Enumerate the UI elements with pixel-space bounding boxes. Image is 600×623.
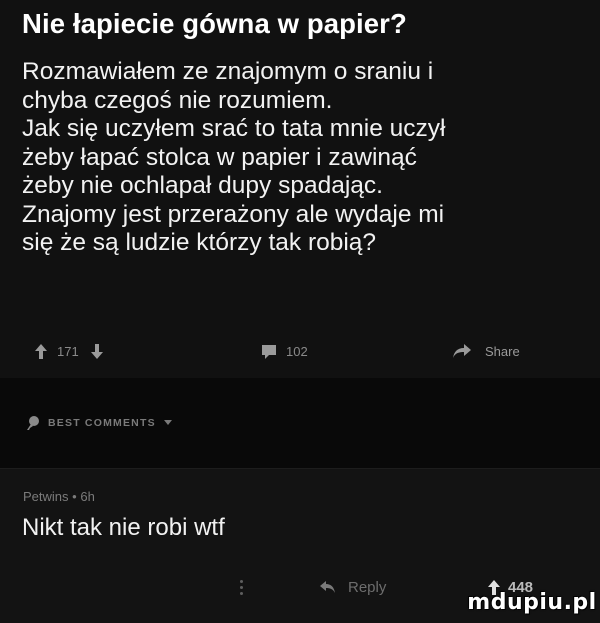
award-icon bbox=[27, 416, 39, 430]
downvote-arrow-icon bbox=[91, 343, 103, 359]
comments-count: 102 bbox=[286, 343, 308, 359]
chevron-down-icon bbox=[163, 420, 172, 425]
upvote-button[interactable] bbox=[35, 338, 47, 364]
best-comments-label: BEST COMMENTS bbox=[48, 417, 156, 429]
comment-bubble-icon bbox=[262, 344, 276, 359]
downvote-button[interactable] bbox=[91, 338, 103, 364]
share-label[interactable]: Share bbox=[485, 338, 520, 364]
upvote-arrow-icon bbox=[35, 343, 47, 359]
post-card: Nie łapiecie gówna w papier? Rozmawiałem… bbox=[0, 0, 600, 378]
reply-button[interactable] bbox=[320, 574, 335, 600]
reply-label[interactable]: Reply bbox=[348, 574, 386, 600]
share-arrow-icon bbox=[453, 344, 471, 358]
comment-meta: Petwins • 6h bbox=[23, 489, 95, 504]
best-comments-sort[interactable]: BEST COMMENTS bbox=[24, 414, 172, 432]
post-title: Nie łapiecie gówna w papier? bbox=[22, 8, 407, 39]
comment-author[interactable]: Petwins bbox=[23, 489, 69, 504]
comment-age: 6h bbox=[80, 489, 95, 504]
comment-text: Nikt tak nie robi wtf bbox=[22, 514, 225, 541]
share-button[interactable] bbox=[452, 338, 472, 364]
meta-separator: • bbox=[72, 489, 77, 504]
watermark-logo: mdupiu.pl bbox=[467, 587, 596, 617]
comments-button[interactable] bbox=[262, 338, 276, 364]
post-body: Rozmawiałem ze znajomym o sraniu i chyba… bbox=[22, 58, 446, 256]
watermark-text: mdupiu.pl bbox=[467, 589, 597, 615]
reply-arrow-icon bbox=[320, 581, 335, 593]
post-actions-bar: 171 102 Share bbox=[0, 338, 600, 364]
upvote-count: 171 bbox=[57, 343, 79, 359]
